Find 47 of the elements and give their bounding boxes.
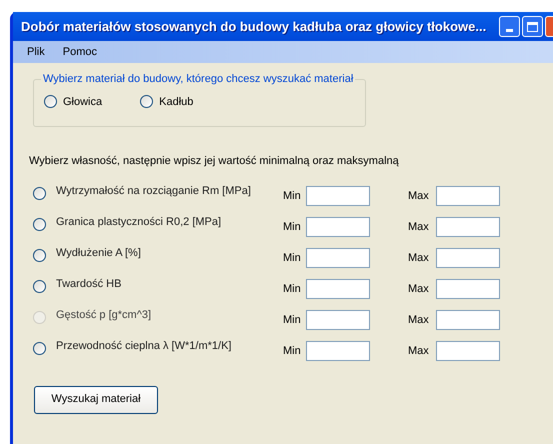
radio-button[interactable] (33, 186, 46, 200)
max-field[interactable] (436, 341, 500, 361)
min-field[interactable] (306, 186, 370, 206)
min-field[interactable] (306, 279, 370, 299)
max-label: Max (408, 344, 430, 359)
instruction-text: Wybierz własność, następnie wpisz jej wartość minimalną oraz maksymalną (29, 154, 400, 169)
min-field[interactable] (306, 248, 370, 268)
max-field[interactable] (436, 217, 500, 237)
min-label: Min (283, 220, 302, 235)
max-label: Max (408, 282, 430, 297)
max-label: Max (408, 188, 430, 204)
minimize-button[interactable] (499, 16, 520, 37)
max-field[interactable] (436, 186, 500, 206)
min-label: Min (283, 312, 302, 328)
max-label: Max (408, 250, 430, 266)
radio-button[interactable] (33, 342, 46, 354)
maximize-button[interactable] (522, 16, 544, 37)
radio-button[interactable] (44, 95, 57, 108)
property-label: Przewodność cieplna λ [W*1/m*1/K] (56, 338, 232, 354)
min-field[interactable] (306, 341, 370, 361)
menu-item[interactable]: Pomoc (62, 44, 97, 60)
max-label: Max (408, 220, 430, 235)
max-field[interactable] (436, 279, 500, 299)
radio-label: Głowica (63, 94, 102, 110)
min-field[interactable] (306, 217, 370, 237)
property-label: Granica plastyczności R0,2 [MPa] (56, 214, 222, 230)
window-title: Dobór materiałów stosowanych do budowy kadłuba oraz głowicy tłokowe... (21, 18, 486, 36)
search-button[interactable]: Wyszukaj materiał (34, 386, 158, 414)
menu-item[interactable]: Plik (27, 44, 45, 60)
property-label: Wytrzymałość na rozciąganie Rm [MPa] (56, 184, 252, 198)
property-label: Gęstość p [g*cm^3] (56, 308, 152, 322)
radio-button[interactable] (33, 280, 46, 292)
radio-label: Kadłub (159, 94, 194, 110)
min-label: Min (283, 282, 302, 297)
max-field[interactable] (436, 248, 500, 268)
max-field[interactable] (436, 310, 500, 330)
max-label: Max (408, 312, 430, 328)
min-field[interactable] (306, 310, 370, 330)
property-label: Wydłużenie A [%] (56, 246, 142, 260)
radio-button[interactable] (33, 248, 46, 262)
radio-button[interactable] (140, 95, 154, 108)
property-label: Twardość HB (56, 276, 122, 292)
min-label: Min (283, 188, 302, 204)
min-label: Min (283, 344, 302, 359)
min-label: Min (283, 250, 302, 266)
group-legend: Wybierz materiał do budowy, którego chcesz wyszukać materiał (41, 71, 356, 88)
radio-button[interactable] (33, 218, 46, 230)
